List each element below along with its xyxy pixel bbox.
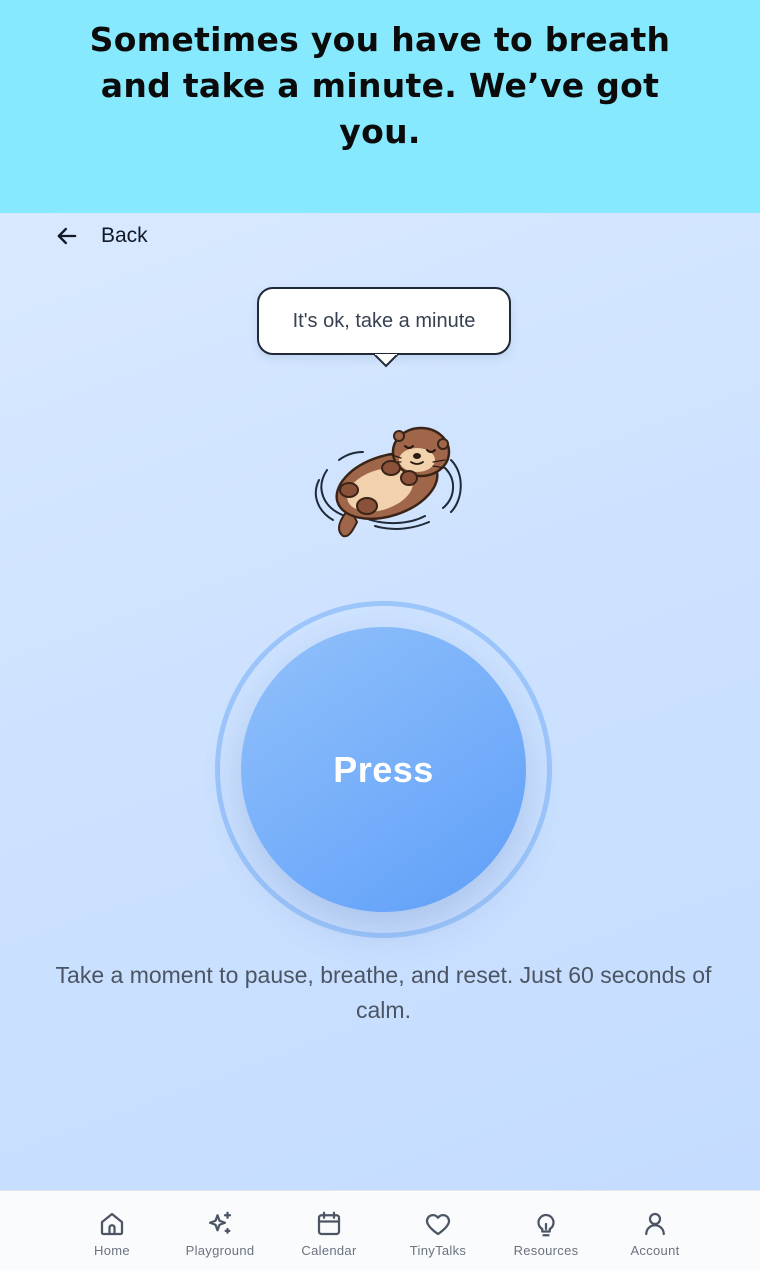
user-icon	[645, 1212, 665, 1236]
back-button[interactable]: Back	[53, 221, 148, 251]
speech-bubble-text: It's ok, take a minute	[292, 309, 476, 332]
back-label: Back	[101, 224, 148, 247]
lightbulb-icon	[537, 1213, 555, 1237]
tab-account-label: Account	[630, 1243, 680, 1258]
press-button[interactable]: Press	[241, 627, 526, 912]
sleeping-otter-illustration	[314, 426, 462, 538]
breathe-screen: Back It's ok, take a minute Press Take a…	[0, 213, 760, 1190]
tab-calendar-label: Calendar	[301, 1243, 357, 1258]
bottom-tab-bar: Home Playground Calendar TinyTalks Resou…	[0, 1190, 760, 1270]
tab-tinytalks[interactable]: TinyTalks	[388, 1209, 488, 1258]
speech-bubble-tail	[374, 354, 398, 368]
calm-caption: Take a moment to pause, breathe, and res…	[55, 962, 712, 1023]
promo-banner: Sometimes you have to breath and take a …	[0, 0, 760, 213]
tab-resources-label: Resources	[513, 1243, 579, 1258]
tab-playground[interactable]: Playground	[170, 1209, 270, 1258]
tab-account[interactable]: Account	[605, 1209, 705, 1258]
tab-home-label: Home	[94, 1243, 130, 1258]
sparkles-icon	[208, 1211, 232, 1234]
speech-bubble: It's ok, take a minute	[257, 287, 511, 368]
press-button-label: Press	[333, 748, 434, 790]
heart-icon	[425, 1213, 451, 1236]
banner-headline: Sometimes you have to breath and take a …	[89, 20, 671, 151]
tab-playground-label: Playground	[185, 1243, 255, 1258]
arrow-left-icon	[57, 227, 77, 245]
tab-home[interactable]: Home	[62, 1209, 162, 1258]
home-icon	[100, 1212, 124, 1236]
tab-resources[interactable]: Resources	[496, 1209, 596, 1258]
tab-tinytalks-label: TinyTalks	[409, 1243, 467, 1258]
calendar-icon	[317, 1211, 341, 1236]
tab-calendar[interactable]: Calendar	[279, 1209, 379, 1258]
